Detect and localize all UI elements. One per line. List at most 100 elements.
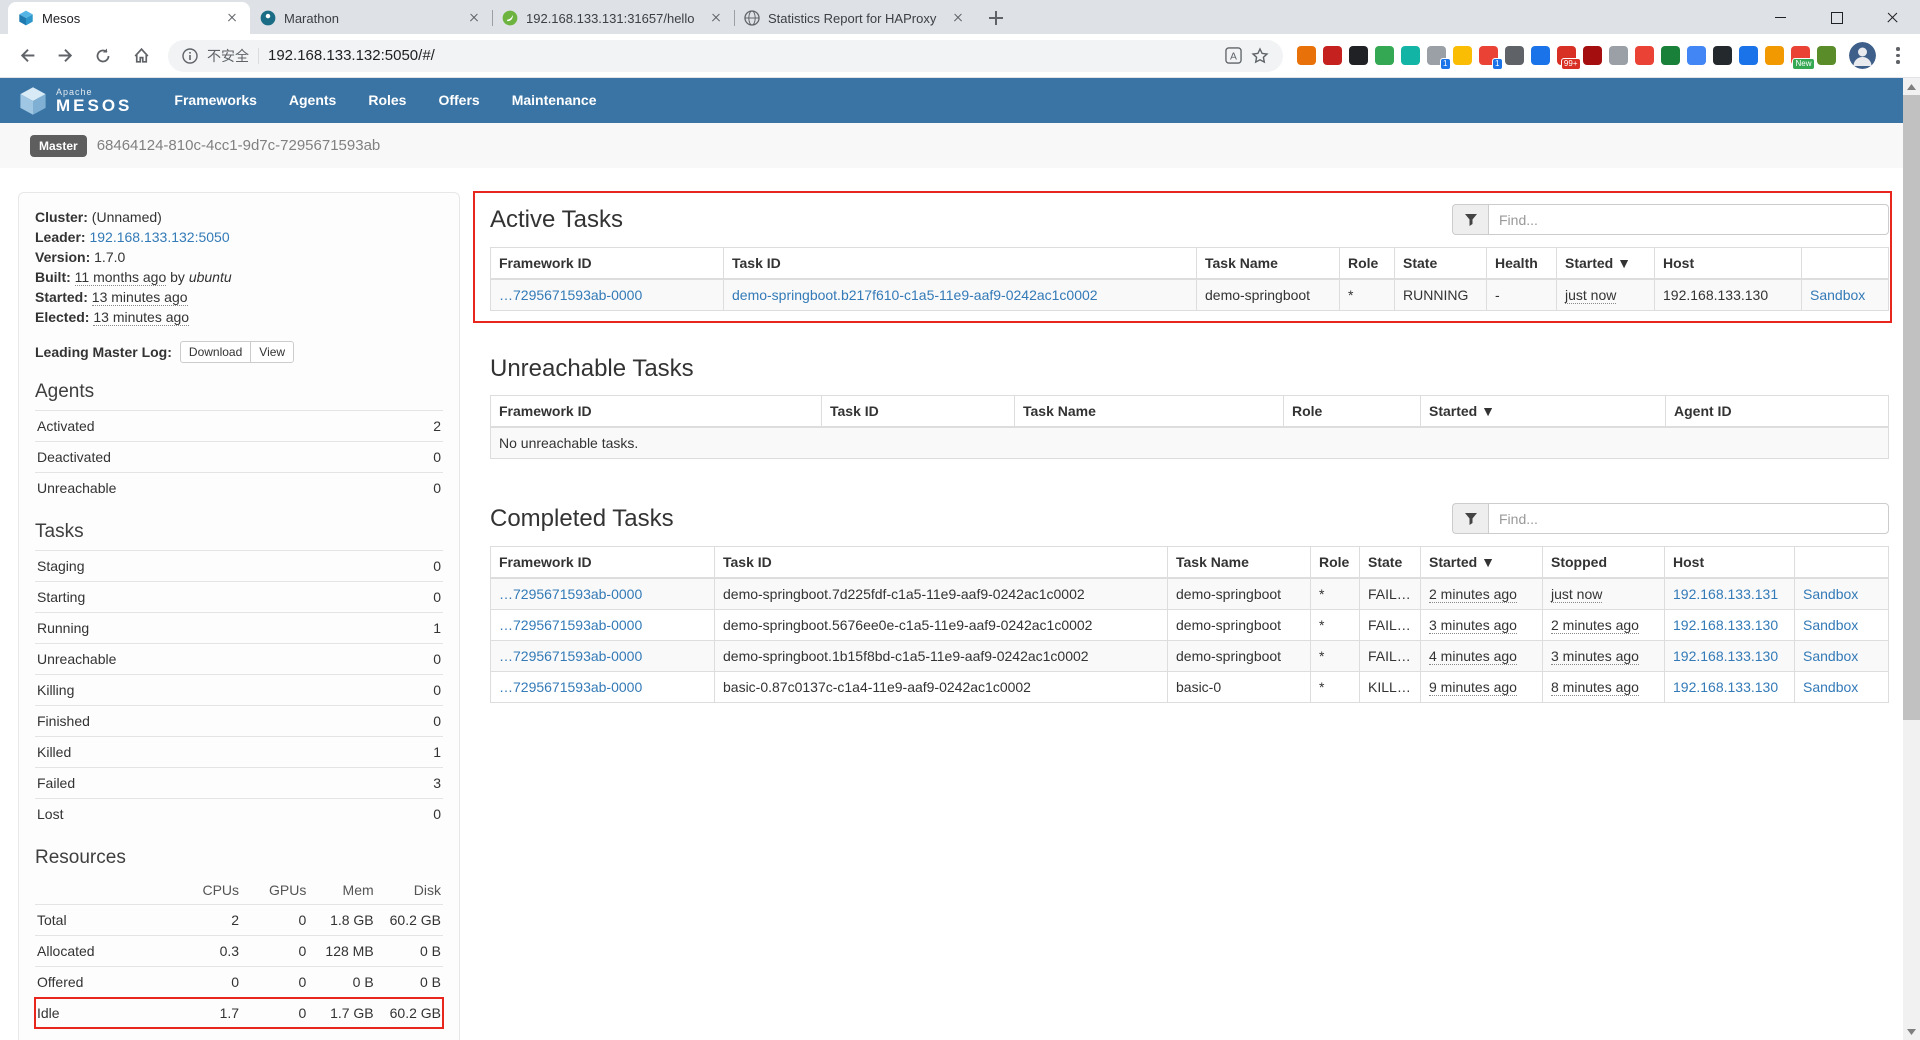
col-health[interactable]: Health — [1487, 248, 1557, 280]
extension-icon[interactable] — [1817, 46, 1836, 65]
nav-item-agents[interactable]: Agents — [273, 78, 352, 123]
framework-link[interactable]: …7295671593ab-0000 — [499, 617, 642, 633]
extension-icon[interactable]: 1 — [1427, 46, 1446, 65]
sandbox-link[interactable]: Sandbox — [1810, 287, 1865, 303]
extension-icon[interactable] — [1349, 46, 1368, 65]
reload-button[interactable] — [86, 39, 120, 73]
nav-item-frameworks[interactable]: Frameworks — [158, 78, 272, 123]
tab-mesos[interactable]: Mesos — [8, 2, 250, 34]
page-scrollbar[interactable] — [1903, 78, 1920, 1040]
scrollbar-up-arrow[interactable] — [1903, 78, 1920, 95]
log-download-button[interactable]: Download — [180, 341, 251, 363]
col-host[interactable]: Host — [1655, 248, 1802, 280]
extension-icon[interactable] — [1583, 46, 1602, 65]
extension-icon[interactable] — [1609, 46, 1628, 65]
col-task-name[interactable]: Task Name — [1197, 248, 1340, 280]
col-started-sorted[interactable]: Started ▼ — [1421, 396, 1666, 428]
new-tab-button[interactable] — [982, 4, 1010, 32]
tab-close-icon[interactable] — [466, 10, 482, 26]
completed-tasks-find-input[interactable] — [1488, 503, 1889, 534]
bookmark-star-icon[interactable] — [1251, 47, 1269, 65]
extension-icon[interactable] — [1375, 46, 1394, 65]
extension-icon[interactable] — [1297, 46, 1316, 65]
maximize-button[interactable] — [1808, 0, 1864, 34]
extension-icon[interactable] — [1531, 46, 1550, 65]
minimize-button[interactable] — [1752, 0, 1808, 34]
extension-icon[interactable] — [1739, 46, 1758, 65]
col-framework-id[interactable]: Framework ID — [491, 248, 724, 280]
nav-item-offers[interactable]: Offers — [422, 78, 495, 123]
col-started-sorted[interactable]: Started ▼ — [1421, 547, 1543, 579]
log-view-button[interactable]: View — [250, 341, 294, 363]
scrollbar-thumb[interactable] — [1903, 95, 1920, 720]
extension-icon[interactable] — [1687, 46, 1706, 65]
task-link[interactable]: demo-springboot.b217f610-c1a5-11e9-aaf9-… — [732, 287, 1098, 303]
tab-haproxy-stats[interactable]: Statistics Report for HAProxy — [734, 2, 976, 34]
sandbox-link[interactable]: Sandbox — [1803, 679, 1858, 695]
col-stopped[interactable]: Stopped — [1543, 547, 1665, 579]
tab-marathon[interactable]: Marathon — [250, 2, 492, 34]
nav-item-maintenance[interactable]: Maintenance — [496, 78, 613, 123]
col-task-id[interactable]: Task ID — [715, 547, 1168, 579]
forward-button[interactable] — [48, 39, 82, 73]
col-host[interactable]: Host — [1665, 547, 1795, 579]
browser-menu-button[interactable] — [1886, 44, 1910, 68]
col-task-id[interactable]: Task ID — [822, 396, 1015, 428]
table-row: Offered000 B0 B — [35, 967, 443, 998]
col-role[interactable]: Role — [1311, 547, 1360, 579]
extension-icon[interactable]: New — [1791, 46, 1810, 65]
scrollbar-down-arrow[interactable] — [1903, 1023, 1920, 1040]
extension-icon[interactable] — [1661, 46, 1680, 65]
extension-icon[interactable] — [1323, 46, 1342, 65]
framework-link[interactable]: …7295671593ab-0000 — [499, 287, 642, 303]
col-task-id[interactable]: Task ID — [724, 248, 1197, 280]
extension-icon[interactable] — [1713, 46, 1732, 65]
extension-icon[interactable] — [1765, 46, 1784, 65]
back-button[interactable] — [10, 39, 44, 73]
translate-icon[interactable]: A — [1225, 47, 1242, 64]
started-timestamp: 9 minutes ago — [1429, 679, 1517, 696]
sandbox-link[interactable]: Sandbox — [1803, 586, 1858, 602]
col-framework-id[interactable]: Framework ID — [491, 547, 715, 579]
framework-link[interactable]: …7295671593ab-0000 — [499, 679, 642, 695]
nav-item-roles[interactable]: Roles — [352, 78, 422, 123]
tab-close-icon[interactable] — [224, 10, 240, 26]
sandbox-link[interactable]: Sandbox — [1803, 617, 1858, 633]
table-row: Running1 — [35, 613, 443, 644]
extension-icon[interactable] — [1453, 46, 1472, 65]
host-link[interactable]: 192.168.133.130 — [1673, 617, 1778, 633]
profile-avatar[interactable] — [1849, 42, 1876, 69]
host-link[interactable]: 192.168.133.130 — [1673, 648, 1778, 664]
framework-link[interactable]: …7295671593ab-0000 — [499, 586, 642, 602]
window-close-button[interactable] — [1864, 0, 1920, 34]
tab-close-icon[interactable] — [708, 10, 724, 26]
started-timestamp: just now — [1565, 287, 1616, 304]
tab-hello-app[interactable]: 192.168.133.131:31657/hello — [492, 2, 734, 34]
home-button[interactable] — [124, 39, 158, 73]
host-link[interactable]: 192.168.133.131 — [1673, 586, 1778, 602]
mesos-logo[interactable]: Apache MESOS — [18, 86, 132, 116]
col-state[interactable]: State — [1395, 248, 1487, 280]
col-agent-id[interactable]: Agent ID — [1666, 396, 1889, 428]
col-framework-id[interactable]: Framework ID — [491, 396, 822, 428]
reload-icon — [94, 47, 112, 65]
col-task-name[interactable]: Task Name — [1168, 547, 1311, 579]
col-role[interactable]: Role — [1284, 396, 1421, 428]
col-state[interactable]: State — [1360, 547, 1421, 579]
leader-link[interactable]: 192.168.133.132:5050 — [89, 229, 229, 245]
extension-icon[interactable]: 99+ — [1557, 46, 1576, 65]
col-started-sorted[interactable]: Started ▼ — [1557, 248, 1655, 280]
host-link[interactable]: 192.168.133.130 — [1673, 679, 1778, 695]
extension-icon[interactable] — [1635, 46, 1654, 65]
framework-link[interactable]: …7295671593ab-0000 — [499, 648, 642, 664]
active-tasks-find-input[interactable] — [1488, 204, 1889, 235]
idle-row-annotated: Idle1.701.7 GB60.2 GB — [35, 998, 443, 1029]
col-role[interactable]: Role — [1340, 248, 1395, 280]
tab-close-icon[interactable] — [950, 10, 966, 26]
sandbox-link[interactable]: Sandbox — [1803, 648, 1858, 664]
col-task-name[interactable]: Task Name — [1015, 396, 1284, 428]
extension-icon[interactable]: 1 — [1479, 46, 1498, 65]
extension-icon[interactable] — [1401, 46, 1420, 65]
extension-icon[interactable] — [1505, 46, 1524, 65]
address-bar[interactable]: 不安全 192.168.133.132:5050/#/ A — [168, 40, 1283, 72]
